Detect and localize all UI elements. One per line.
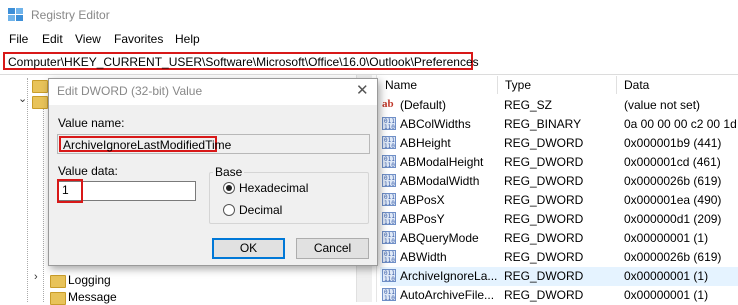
hexadecimal-label[interactable]: Hexadecimal [239,181,308,195]
binary-value-icon [382,155,396,169]
tree-guide-line [43,100,44,302]
value-type: REG_DWORD [504,155,584,169]
value-type: REG_SZ [504,98,553,112]
binary-value-icon [382,250,396,264]
column-header-name[interactable]: Name [385,78,417,92]
value-name-highlight: ArchiveIgnoreLastModifiedTime [59,136,231,152]
value-name: ABModalWidth [400,174,480,188]
value-data: 0x0000026b (619) [624,174,722,188]
value-type: REG_DWORD [504,193,584,207]
value-data: 0x000000d1 (209) [624,212,722,226]
value-row-selected[interactable]: ArchiveIgnoreLa... REG_DWORD 0x00000001 … [380,267,738,286]
value-data: 0x00000001 (1) [624,269,709,283]
value-name: (Default) [400,98,447,112]
value-row[interactable]: ABColWidths REG_BINARY 0a 00 00 00 c2 00… [380,115,738,134]
address-bar[interactable]: Computer\HKEY_CURRENT_USER\Software\Micr… [3,52,479,70]
value-type: REG_DWORD [504,250,584,264]
value-data: 0x000001cd (461) [624,155,721,169]
title-bar [0,0,738,30]
value-name-label: Value name: [58,116,125,130]
value-type: REG_DWORD [504,174,584,188]
value-data: 0x00000001 (1) [624,288,709,302]
folder-icon [50,292,66,305]
folder-icon [50,275,66,288]
chevron-down-icon[interactable]: ⌄ [18,92,27,105]
cancel-button[interactable]: Cancel [296,238,369,259]
value-data-highlight [57,179,83,203]
value-row[interactable]: ABWidth REG_DWORD 0x0000026b (619) [380,248,738,267]
column-separator[interactable] [497,76,498,94]
hexadecimal-radio[interactable] [223,182,235,194]
menu-favorites[interactable]: Favorites [114,32,163,46]
value-data: 0x000001b9 (441) [624,136,722,150]
value-name: ABWidth [400,250,447,264]
ok-button[interactable]: OK [212,238,285,259]
binary-value-icon [382,288,396,302]
value-data-text: 1 [62,183,69,197]
binary-value-icon [382,117,396,131]
value-data: 0x000001ea (490) [624,193,722,207]
value-data: 0x00000001 (1) [624,231,709,245]
value-type: REG_DWORD [504,212,584,226]
binary-value-icon [382,136,396,150]
value-row[interactable]: ABPosY REG_DWORD 0x000000d1 (209) [380,210,738,229]
value-row[interactable]: ab (Default) REG_SZ (value not set) [380,96,738,115]
value-name: ArchiveIgnoreLa... [400,269,498,283]
binary-value-icon [382,193,396,207]
dialog-title: Edit DWORD (32-bit) Value [57,84,203,98]
value-row[interactable]: AutoArchiveFile... REG_DWORD 0x00000001 … [380,286,738,305]
menu-file[interactable]: File [9,32,28,46]
value-name: ABModalHeight [400,155,484,169]
value-row[interactable]: ABPosX REG_DWORD 0x000001ea (490) [380,191,738,210]
value-name: ABQueryMode [400,231,479,245]
value-type: REG_BINARY [504,117,582,131]
value-data: 0a 00 00 00 c2 00 1d 0 [624,117,738,131]
value-row[interactable]: ABQueryMode REG_DWORD 0x00000001 (1) [380,229,738,248]
value-type: REG_DWORD [504,136,584,150]
registry-editor-icon [8,8,23,21]
value-type: REG_DWORD [504,231,584,245]
value-row[interactable]: ABModalWidth REG_DWORD 0x0000026b (619) [380,172,738,191]
menu-help[interactable]: Help [175,32,200,46]
value-row[interactable]: ABHeight REG_DWORD 0x000001b9 (441) [380,134,738,153]
chevron-right-icon[interactable]: › [34,271,38,283]
column-header-data[interactable]: Data [624,78,649,92]
binary-value-icon [382,269,396,283]
value-data: (value not set) [624,98,701,112]
tree-item-logging[interactable]: Logging [68,273,111,287]
value-name: AutoArchiveFile... [400,288,495,302]
value-name-text: ArchiveIgnoreLastModifiedTime [63,138,232,152]
address-path: Computer\HKEY_CURRENT_USER\Software\Micr… [8,55,479,69]
value-type: REG_DWORD [504,288,584,302]
decimal-radio[interactable] [223,204,235,216]
decimal-label[interactable]: Decimal [239,203,282,217]
value-data-label: Value data: [58,164,118,178]
folder-icon [32,96,48,109]
value-data: 0x0000026b (619) [624,250,722,264]
close-icon[interactable]: ✕ [356,81,369,99]
binary-value-icon [382,231,396,245]
value-name: ABPosY [400,212,445,226]
menu-edit[interactable]: Edit [42,32,63,46]
menu-bar [0,30,738,50]
value-name: ABColWidths [400,117,471,131]
string-value-icon: ab [382,98,394,110]
value-name: ABHeight [400,136,451,150]
base-group [209,172,369,224]
column-separator[interactable] [616,76,617,94]
binary-value-icon [382,212,396,226]
folder-icon [32,80,48,93]
value-row[interactable]: ABModalHeight REG_DWORD 0x000001cd (461) [380,153,738,172]
binary-value-icon [382,174,396,188]
value-type: REG_DWORD [504,269,584,283]
value-name: ABPosX [400,193,445,207]
menu-view[interactable]: View [75,32,101,46]
window-title: Registry Editor [31,8,110,22]
column-header-type[interactable]: Type [505,78,531,92]
base-label: Base [213,165,245,179]
tree-guide-line [27,78,28,302]
